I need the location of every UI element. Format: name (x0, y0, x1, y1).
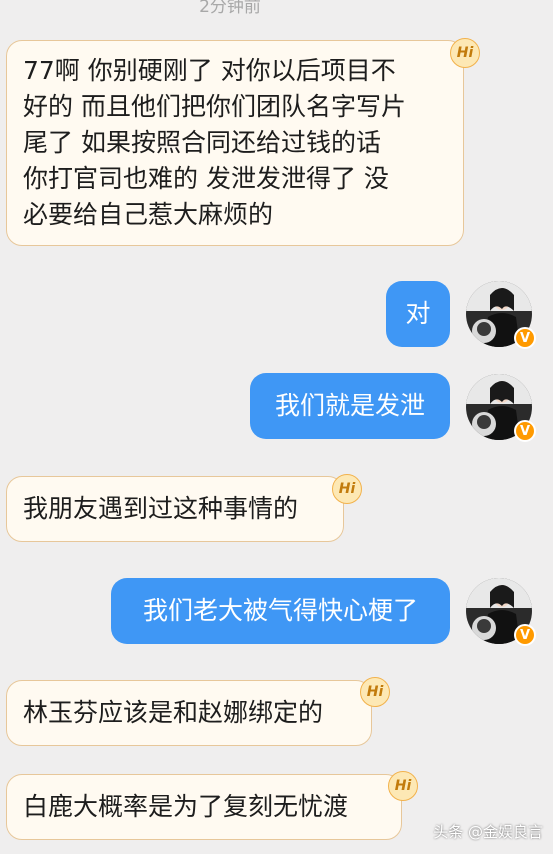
message-bubble-sent[interactable]: 对 (386, 281, 450, 347)
user-avatar[interactable]: V (466, 281, 536, 349)
message-bubble-received[interactable]: 林玉芬应该是和赵娜绑定的 (6, 680, 372, 746)
hi-badge-icon: Hi (388, 771, 418, 801)
verified-badge-icon: V (514, 420, 536, 442)
message-bubble-received[interactable]: 白鹿大概率是为了复刻无忧渡 (6, 774, 402, 840)
message-line: 你打官司也难的 发泄发泄得了 没 (23, 164, 389, 193)
user-avatar[interactable]: V (466, 374, 536, 442)
hi-badge-icon: Hi (332, 474, 362, 504)
message-bubble-received[interactable]: 77啊 你别硬刚了 对你以后项目不 好的 而且他们把你们团队名字写片 尾了 如果… (6, 40, 464, 246)
verified-badge-icon: V (514, 624, 536, 646)
message-bubble-received[interactable]: 我朋友遇到过这种事情的 (6, 476, 344, 542)
verified-badge-icon: V (514, 327, 536, 349)
message-line: 好的 而且他们把你们团队名字写片 (23, 92, 406, 121)
message-line: 尾了 如果按照合同还给过钱的话 (23, 128, 381, 157)
message-line: 77啊 你别硬刚了 对你以后项目不 (23, 56, 396, 85)
message-bubble-sent[interactable]: 我们老大被气得快心梗了 (111, 578, 450, 644)
hi-badge-icon: Hi (360, 677, 390, 707)
message-timestamp: 2分钟前 (199, 0, 261, 17)
message-bubble-sent[interactable]: 我们就是发泄 (250, 373, 450, 439)
user-avatar[interactable]: V (466, 578, 536, 646)
chat-screen: 2分钟前 77啊 你别硬刚了 对你以后项目不 好的 而且他们把你们团队名字写片 … (0, 0, 553, 854)
watermark: 头条 @金娱良言 (433, 823, 543, 841)
hi-badge-icon: Hi (450, 38, 480, 68)
message-line: 必要给自己惹大麻烦的 (23, 200, 274, 229)
